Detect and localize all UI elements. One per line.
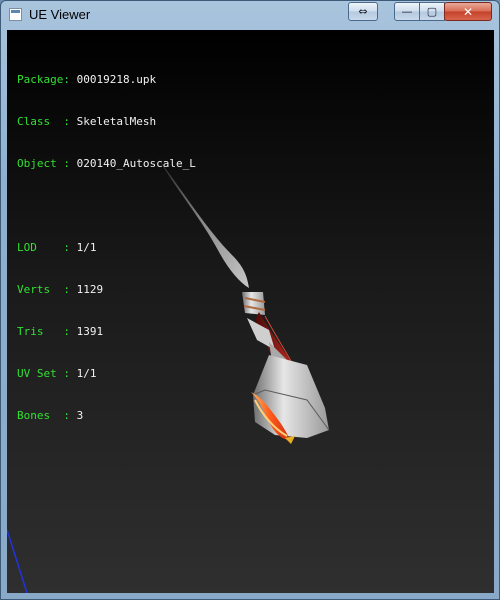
maximize-button[interactable]: ▢ (419, 2, 445, 21)
info-label: Verts : (17, 283, 77, 296)
window-title: UE Viewer (29, 7, 91, 22)
collar-part (242, 292, 265, 315)
info-row-package: Package: 00019218.upk (17, 73, 196, 87)
info-label: Object : (17, 157, 77, 170)
info-label: Class : (17, 115, 77, 128)
info-label: Bones : (17, 409, 77, 422)
info-row-bones: Bones : 3 (17, 409, 196, 423)
3d-viewport[interactable]: Package: 00019218.upk Class : SkeletalMe… (7, 30, 494, 593)
fullscreen-toggle-button[interactable]: ⇔ (348, 2, 378, 21)
close-button[interactable]: ✕ (444, 2, 492, 21)
app-window-icon[interactable] (9, 8, 22, 21)
title-bar[interactable]: UE Viewer ⇔ — ▢ ✕ (1, 1, 499, 29)
info-value: SkeletalMesh (76, 115, 157, 128)
info-row-tris: Tris : 1391 (17, 325, 196, 339)
info-label: LOD : (17, 241, 77, 254)
info-label: Package: (17, 73, 77, 86)
app-window: UE Viewer ⇔ — ▢ ✕ Package: 00019218.upk … (0, 0, 500, 600)
info-row-uvset: UV Set : 1/1 (17, 367, 196, 381)
info-row-class: Class : SkeletalMesh (17, 115, 196, 129)
minimize-button[interactable]: — (394, 2, 420, 21)
info-value: 1/1 (76, 241, 97, 254)
info-value: 00019218.upk (76, 73, 157, 86)
info-value: 1/1 (76, 367, 97, 380)
info-value: 3 (76, 409, 84, 422)
info-label: UV Set : (17, 367, 77, 380)
info-row-verts: Verts : 1129 (17, 283, 196, 297)
info-value: 1129 (76, 283, 104, 296)
mesh-info-overlay: Package: 00019218.upk Class : SkeletalMe… (17, 45, 196, 451)
info-value: 1391 (76, 325, 104, 338)
info-row-object: Object : 020140_Autoscale_L (17, 157, 196, 171)
info-value: 020140_Autoscale_L (76, 157, 196, 170)
info-row-lod: LOD : 1/1 (17, 241, 196, 255)
info-label: Tris : (17, 325, 77, 338)
